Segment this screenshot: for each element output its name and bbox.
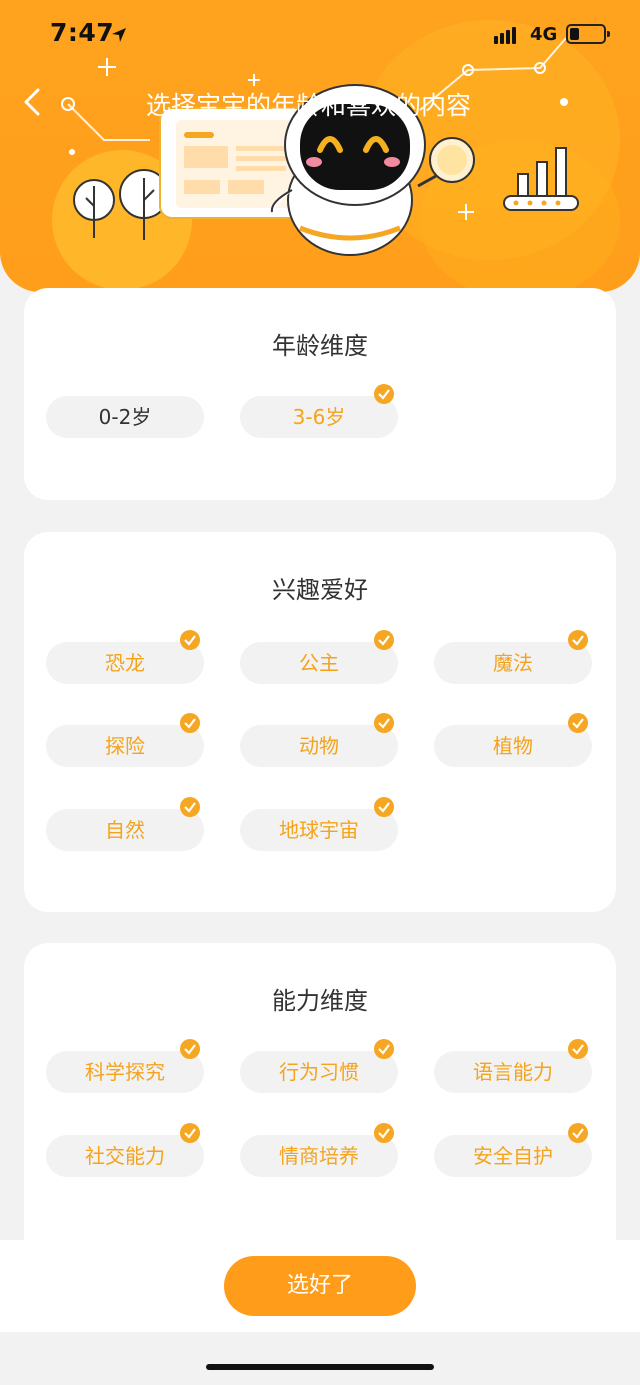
ability-section-card: 能力维度 科学探究 行为习惯 语言能力 社交能力 情商培养 安全自护 [24,943,616,1263]
option-label: 安全自护 [473,1144,553,1168]
option-chip[interactable]: 0-2岁 [46,396,204,438]
location-arrow-icon [112,28,126,42]
status-bar: 7:47 4G [0,0,640,70]
section-title: 能力维度 [272,987,368,1015]
option-chip[interactable]: 动物 [240,713,398,767]
option-label: 自然 [105,818,145,842]
option-chip[interactable]: 魔法 [434,630,592,684]
option-label: 科学探究 [85,1060,165,1084]
section-title: 兴趣爱好 [272,576,368,604]
header-banner: 7:47 4G 选择宝宝的年龄和喜欢的内容 [0,0,640,292]
option-label: 魔法 [493,651,533,675]
option-label: 社交能力 [85,1144,165,1168]
section-title: 年龄维度 [272,332,368,360]
option-chip[interactable]: 3-6岁 [240,384,398,438]
option-label: 行为习惯 [279,1060,359,1084]
option-chip[interactable]: 安全自护 [434,1123,592,1177]
battery-icon [566,24,610,44]
interest-section-card: 兴趣爱好 恐龙 公主 魔法 探险 动物 植物 自然 地球宇宙 [24,532,616,912]
check-icon [374,630,394,650]
option-label: 探险 [105,734,145,758]
check-icon [374,1039,394,1059]
check-icon [180,630,200,650]
check-icon [568,1123,588,1143]
check-icon [374,1123,394,1143]
option-chip[interactable]: 地球宇宙 [240,797,398,851]
option-chip[interactable]: 科学探究 [46,1039,204,1093]
back-icon[interactable] [18,84,48,120]
option-label: 0-2岁 [98,405,152,429]
option-label: 语言能力 [473,1060,553,1084]
check-icon [180,797,200,817]
home-indicator[interactable] [206,1364,434,1370]
option-label: 动物 [299,734,339,758]
option-label: 公主 [299,651,339,675]
option-chip[interactable]: 行为习惯 [240,1039,398,1093]
check-icon [374,713,394,733]
option-label: 地球宇宙 [279,818,359,842]
signal-icon [494,26,520,44]
option-label: 植物 [493,734,533,758]
check-icon [568,713,588,733]
clock: 7:47 [50,18,115,47]
check-icon [180,1123,200,1143]
check-icon [374,797,394,817]
bar-chart-decoration [503,147,579,211]
option-label: 情商培养 [279,1144,359,1168]
check-icon [568,1039,588,1059]
option-chip[interactable]: 恐龙 [46,630,204,684]
option-chip[interactable]: 公主 [240,630,398,684]
tree-icon [73,169,169,240]
option-chip[interactable]: 情商培养 [240,1123,398,1177]
page-title: 选择宝宝的年龄和喜欢的内容 [146,91,472,120]
check-icon [568,630,588,650]
option-label: 恐龙 [105,651,145,675]
option-chip[interactable]: 植物 [434,713,592,767]
option-label: 3-6岁 [292,405,346,429]
confirm-button[interactable]: 选好了 [224,1256,416,1316]
check-icon [374,384,394,404]
option-chip[interactable]: 社交能力 [46,1123,204,1177]
option-chip[interactable]: 探险 [46,713,204,767]
age-section-card: 年龄维度 0-2岁 3-6岁 [24,288,616,500]
check-icon [180,713,200,733]
check-icon [180,1039,200,1059]
option-chip[interactable]: 自然 [46,797,204,851]
network-type: 4G [530,24,558,45]
option-chip[interactable]: 语言能力 [434,1039,592,1093]
